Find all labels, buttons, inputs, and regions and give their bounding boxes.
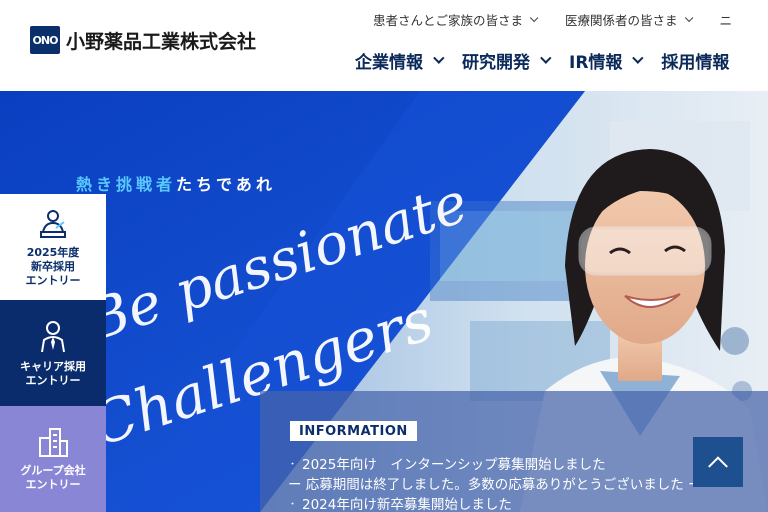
- entry-label: 2025年度: [26, 246, 80, 259]
- news-subtitle: ー 応募期間は終了しました。多数の応募ありがとうございました ー: [288, 477, 702, 493]
- career-entry-button[interactable]: キャリア採用 エントリー: [0, 300, 106, 406]
- entry-label: エントリー: [25, 274, 81, 287]
- util-nav-news[interactable]: ニ: [720, 10, 733, 29]
- information-tag: INFORMATION: [290, 421, 417, 441]
- news-title: 2024年向け新卒募集開始しました: [302, 497, 512, 512]
- util-nav-label: 医療関係者の皆さま: [565, 13, 678, 28]
- news-list: ・ 2025年向け インターンシップ募集開始しました ー 応募期間は終了しました…: [288, 455, 702, 512]
- util-nav-label: ニ: [719, 13, 733, 28]
- chevron-down-icon: [684, 13, 693, 22]
- bullet-icon: ・: [288, 460, 298, 470]
- tagline-part: 挑戦者: [116, 175, 177, 194]
- util-nav-patients[interactable]: 患者さんとご家族の皆さま: [373, 10, 539, 29]
- chevron-down-icon: [540, 52, 552, 64]
- tagline-part: たちであれ: [176, 175, 276, 194]
- main-nav-label: 企業情報: [355, 53, 423, 73]
- site-logo[interactable]: ONO 小野薬品工業株式会社: [30, 26, 256, 54]
- news-item[interactable]: ・ 2024年向け新卒募集開始しました: [288, 495, 702, 512]
- main-nav-ir[interactable]: IR情報: [569, 48, 644, 73]
- news-item[interactable]: ・ 2025年向け インターンシップ募集開始しました: [288, 455, 702, 475]
- entry-label: 新卒採用: [31, 260, 75, 273]
- entry-label: グループ会社: [20, 464, 86, 477]
- bullet-icon: ・: [288, 500, 298, 510]
- businessperson-icon: [41, 321, 65, 353]
- main-nav-research[interactable]: 研究開発: [462, 48, 552, 73]
- main-nav-corporate[interactable]: 企業情報: [355, 48, 445, 73]
- chevron-up-icon: [708, 456, 728, 477]
- main-nav: 企業情報 研究開発 IR情報 採用情報: [355, 48, 751, 73]
- buildings-icon: [39, 428, 68, 457]
- back-to-top-button[interactable]: [693, 437, 743, 487]
- entry-label: エントリー: [25, 478, 81, 491]
- utility-nav: 患者さんとご家族の皆さま 医療関係者の皆さま ニ: [373, 10, 762, 29]
- news-title: 2025年向け インターンシップ募集開始しました: [302, 457, 606, 473]
- new-grad-entry-button[interactable]: 2025年度 新卒採用 エントリー: [0, 194, 106, 300]
- chevron-down-icon: [529, 13, 539, 22]
- main-nav-label: IR情報: [569, 53, 623, 73]
- entry-label: キャリア採用: [20, 360, 86, 373]
- entry-label: エントリー: [25, 374, 81, 387]
- site-header: ONO 小野薬品工業株式会社 患者さんとご家族の皆さま 医療関係者の皆さま ニ …: [0, 0, 768, 91]
- tagline-part: 熱き: [76, 175, 117, 194]
- student-desk-icon: [40, 210, 66, 238]
- information-panel: INFORMATION ・ 2025年向け インターンシップ募集開始しました ー…: [260, 391, 768, 512]
- company-name: 小野薬品工業株式会社: [66, 30, 257, 53]
- page: ONO 小野薬品工業株式会社 患者さんとご家族の皆さま 医療関係者の皆さま ニ …: [0, 0, 768, 512]
- chevron-down-icon: [433, 52, 445, 64]
- util-nav-medical[interactable]: 医療関係者の皆さま: [565, 10, 693, 29]
- main-nav-label: 研究開発: [462, 53, 530, 73]
- util-nav-label: 患者さんとご家族の皆さま: [373, 13, 524, 28]
- group-company-entry-button[interactable]: グループ会社 エントリー: [0, 406, 106, 512]
- chevron-down-icon: [632, 52, 644, 64]
- logo-mark: ONO: [30, 26, 60, 54]
- main-nav-label: 採用情報: [661, 53, 730, 73]
- news-item-sub: ー 応募期間は終了しました。多数の応募ありがとうございました ー: [288, 475, 702, 495]
- hero-tagline: 熱き挑戦者たちであれ: [76, 171, 276, 195]
- main-nav-recruit[interactable]: 採用情報: [661, 48, 729, 73]
